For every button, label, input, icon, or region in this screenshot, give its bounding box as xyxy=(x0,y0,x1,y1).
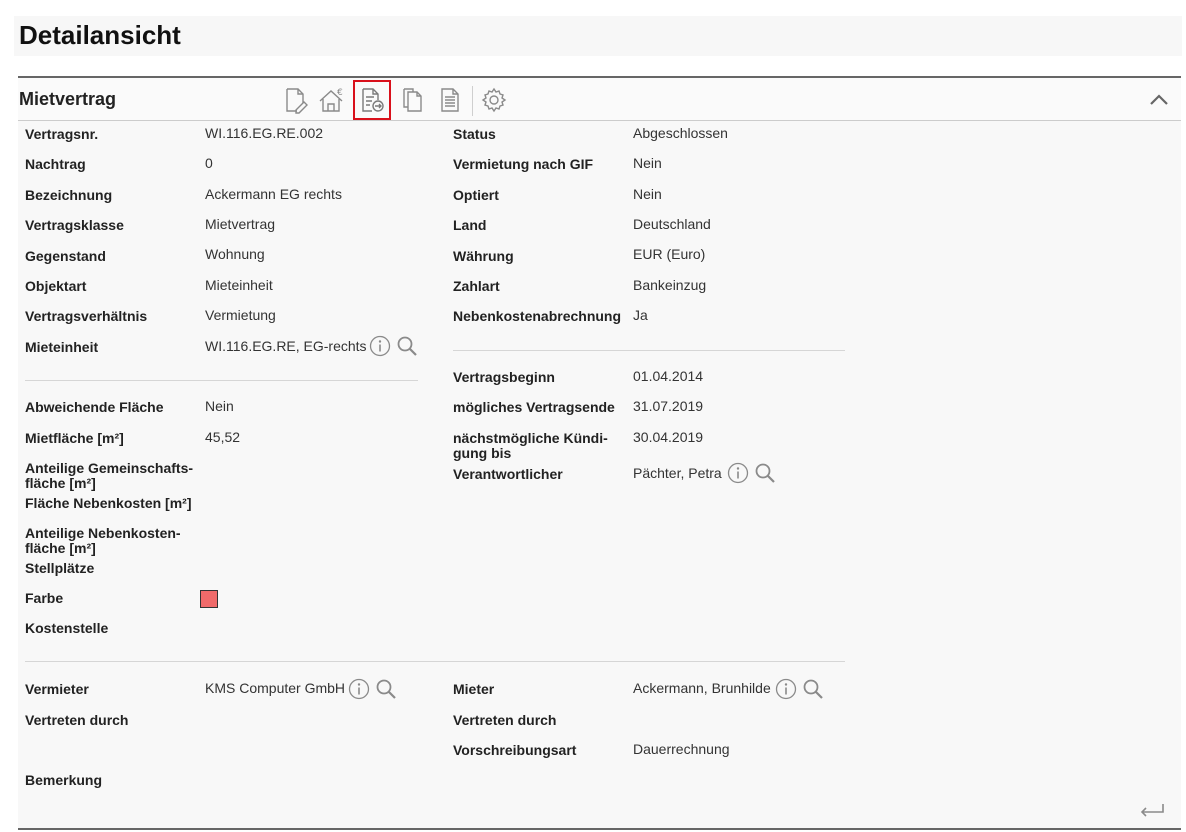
search-icon[interactable] xyxy=(802,678,824,700)
chevron-up-icon xyxy=(1150,94,1168,105)
label-gegenstand: Gegenstand xyxy=(25,248,106,264)
value-mieteinheit: WI.116.EG.RE, EG-rechts xyxy=(205,338,367,354)
label-gemeinschaftsflaeche-2: fläche [m²] xyxy=(25,475,96,491)
page-header: Detailansicht xyxy=(14,16,1182,56)
label-verantwortlicher: Verantwortlicher xyxy=(453,466,563,482)
value-vertragsverhaeltnis: Vermietung xyxy=(205,307,276,323)
label-vertreten-durch-vermieter: Vertreten durch xyxy=(25,712,129,728)
info-icon[interactable] xyxy=(775,678,797,700)
value-vermieter: KMS Computer GmbH xyxy=(205,680,346,696)
search-icon[interactable] xyxy=(754,462,776,484)
transfer-document-button[interactable] xyxy=(353,80,391,120)
value-bezeichnung: Ackermann EG rechts xyxy=(205,186,342,202)
label-nk-abrechnung: Nebenkostenabrechnung xyxy=(453,308,622,324)
label-vertragsklasse: Vertragsklasse xyxy=(25,217,124,233)
value-zahlart: Bankeinzug xyxy=(633,277,707,293)
label-vermieter: Vermieter xyxy=(25,681,89,697)
value-vertragsbeginn: 01.04.2014 xyxy=(633,368,704,384)
color-swatch xyxy=(200,590,218,608)
info-icon[interactable] xyxy=(369,335,391,357)
value-abweichende-flaeche: Nein xyxy=(205,398,234,414)
label-nebenkostenflaeche-2: fläche [m²] xyxy=(25,540,96,556)
label-gemeinschaftsflaeche-1: Anteilige Gemeinschafts- xyxy=(25,460,194,476)
label-vorschreibungsart: Vorschreibungsart xyxy=(453,742,577,758)
label-vertragsbeginn: Vertragsbeginn xyxy=(453,369,555,385)
document-button[interactable] xyxy=(434,84,466,116)
value-vertragsnr: WI.116.EG.RE.002 xyxy=(205,125,324,141)
contract-section: Mietvertrag € Vertragsnr. WI.116.EG.RE.0… xyxy=(18,76,1181,830)
svg-text:€: € xyxy=(337,88,343,98)
label-stellplaetze: Stellplätze xyxy=(25,560,95,576)
value-kuendigung: 30.04.2019 xyxy=(633,429,704,445)
label-objektart: Objektart xyxy=(25,278,87,294)
value-vorschreibungsart: Dauerrechnung xyxy=(633,741,730,757)
label-bezeichnung: Bezeichnung xyxy=(25,187,113,203)
label-vertragsende: mögliches Vertragsende xyxy=(453,399,615,415)
value-land: Deutschland xyxy=(633,216,711,232)
value-objektart: Mieteinheit xyxy=(205,277,273,293)
page-title: Detailansicht xyxy=(19,20,181,50)
value-nachtrag: 0 xyxy=(205,155,213,171)
return-icon[interactable] xyxy=(1137,800,1167,822)
copy-button[interactable] xyxy=(396,84,428,116)
label-mieteinheit: Mieteinheit xyxy=(25,339,99,355)
value-vertragsklasse: Mietvertrag xyxy=(205,216,276,232)
value-gegenstand: Wohnung xyxy=(205,246,265,262)
copy-icon xyxy=(403,88,422,112)
label-flaeche-nebenkosten: Fläche Nebenkosten [m²] xyxy=(25,495,192,511)
collapse-button[interactable] xyxy=(1147,88,1171,112)
value-waehrung: EUR (Euro) xyxy=(633,246,706,262)
divider xyxy=(25,380,418,381)
label-optiert: Optiert xyxy=(453,187,499,203)
info-icon[interactable] xyxy=(727,462,749,484)
document-arrow-icon xyxy=(362,88,384,112)
label-nebenkostenflaeche-1: Anteilige Nebenkosten- xyxy=(25,525,181,541)
label-land: Land xyxy=(453,217,487,233)
rent-house-button[interactable]: € xyxy=(316,84,348,116)
label-vertragsverhaeltnis: Vertragsverhältnis xyxy=(25,308,148,324)
edit-document-button[interactable] xyxy=(280,84,312,116)
document-icon xyxy=(441,88,459,112)
page: Detailansicht Mietvertrag € Vertragsnr. … xyxy=(0,0,1186,832)
value-verantwortlicher: Pächter, Petra xyxy=(633,465,722,481)
label-waehrung: Währung xyxy=(453,248,514,264)
value-mieter: Ackermann, Brunhilde xyxy=(633,680,771,696)
label-vertragsnr: Vertragsnr. xyxy=(25,126,99,142)
label-mietflaeche: Mietfläche [m²] xyxy=(25,430,124,446)
divider xyxy=(25,661,845,662)
label-nachtrag: Nachtrag xyxy=(25,156,86,172)
settings-button[interactable] xyxy=(478,84,510,116)
section-header: Mietvertrag € xyxy=(18,78,1181,121)
value-mietflaeche: 45,52 xyxy=(205,429,241,445)
label-vermietung-gif: Vermietung nach GIF xyxy=(453,156,594,172)
label-kostenstelle: Kostenstelle xyxy=(25,620,109,636)
value-vermietung-gif: Nein xyxy=(633,155,662,171)
label-zahlart: Zahlart xyxy=(453,278,500,294)
label-status: Status xyxy=(453,126,496,142)
section-title: Mietvertrag xyxy=(19,89,117,109)
label-kuendigung-1: nächstmögliche Kündi- xyxy=(453,430,608,446)
divider xyxy=(453,350,845,351)
label-bemerkung: Bemerkung xyxy=(25,772,103,788)
value-optiert: Nein xyxy=(633,186,662,202)
search-icon[interactable] xyxy=(396,335,418,357)
value-vertragsende: 31.07.2019 xyxy=(633,398,704,414)
value-status: Abgeschlossen xyxy=(633,125,728,141)
label-abweichende-flaeche: Abweichende Fläche xyxy=(25,399,164,415)
toolbar-separator xyxy=(472,86,473,116)
search-icon[interactable] xyxy=(375,678,397,700)
value-nk-abrechnung: Ja xyxy=(633,307,648,323)
label-mieter: Mieter xyxy=(453,681,495,697)
house-euro-icon: € xyxy=(319,88,343,112)
edit-document-icon xyxy=(286,88,308,114)
gear-icon xyxy=(481,87,507,113)
info-icon[interactable] xyxy=(348,678,370,700)
label-vertreten-durch-mieter: Vertreten durch xyxy=(453,712,557,728)
label-farbe: Farbe xyxy=(25,590,64,606)
label-kuendigung-2: gung bis xyxy=(453,445,512,461)
